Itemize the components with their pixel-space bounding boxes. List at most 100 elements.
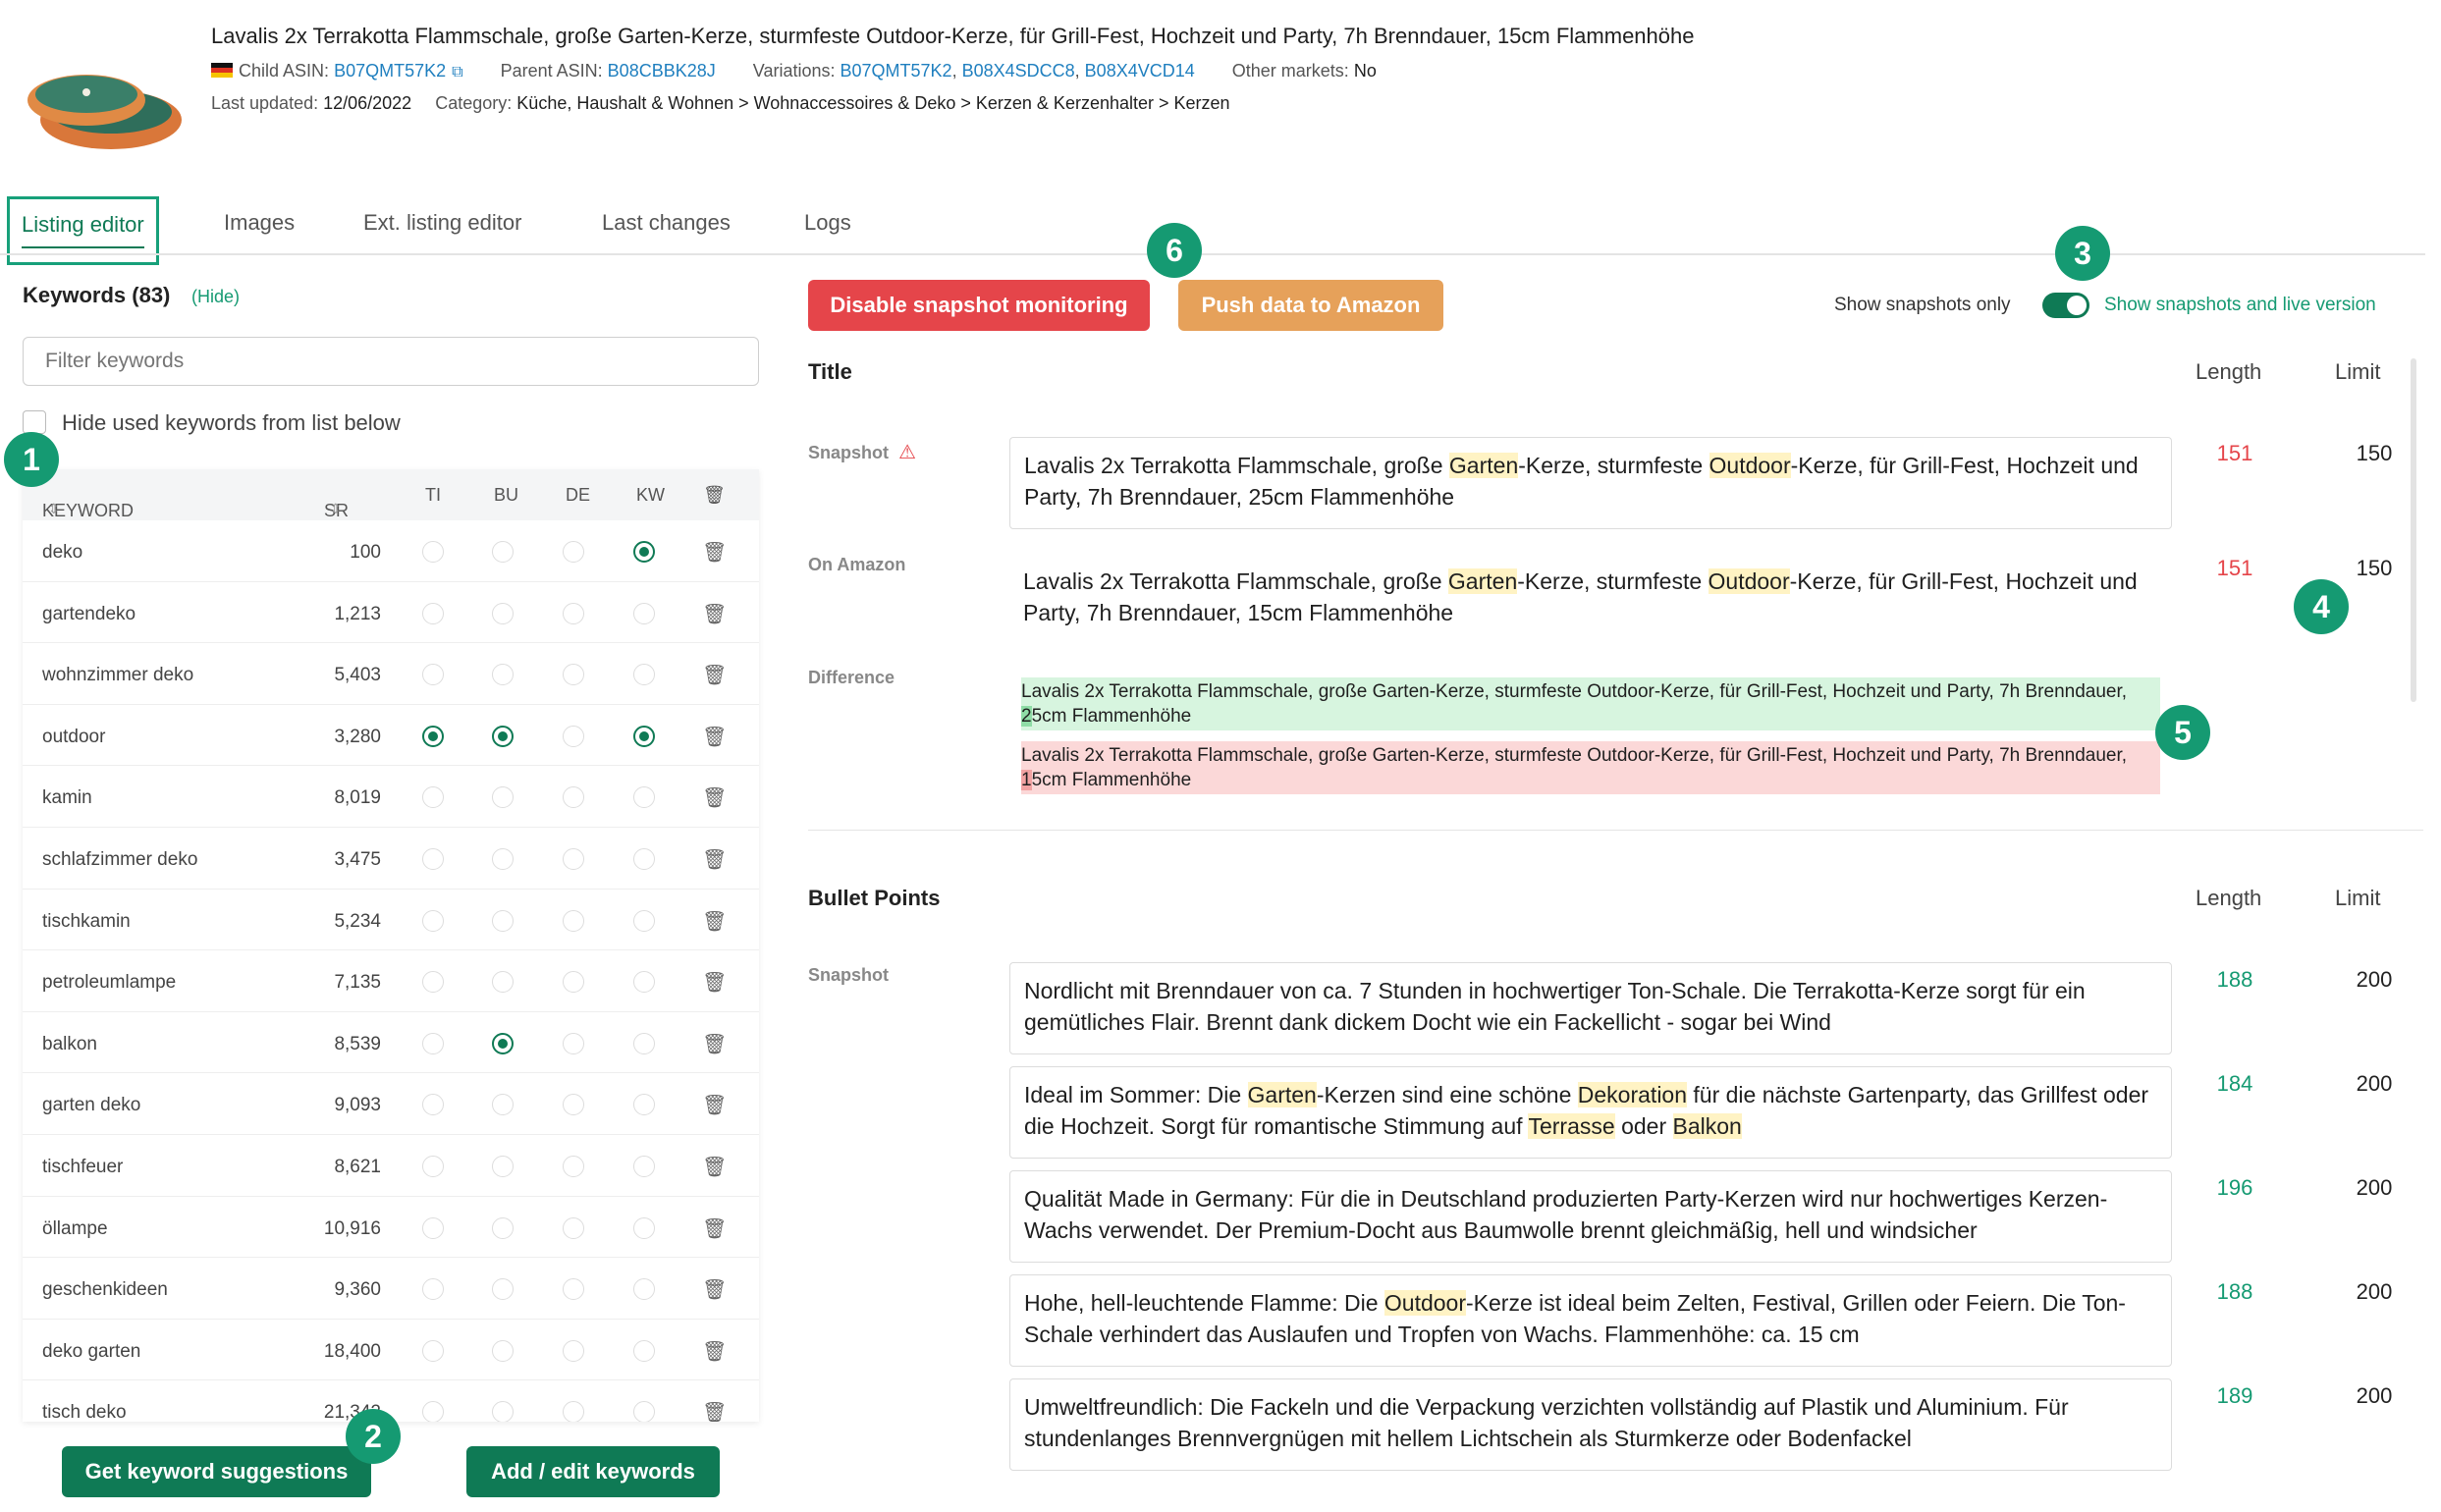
bullet-textbox[interactable]: Hohe, hell-leuchtende Flamme: Die Outdoo… — [1009, 1274, 2172, 1367]
keyword-de-radio[interactable] — [563, 1094, 584, 1116]
bullet-textbox[interactable]: Umweltfreundlich: Die Fackeln und die Ve… — [1009, 1378, 2172, 1471]
keyword-de-radio[interactable] — [563, 541, 584, 563]
keyword-de-radio[interactable] — [563, 1339, 584, 1362]
keyword-kwc-radio[interactable] — [633, 909, 655, 932]
bullet-textbox[interactable]: Qualität Made in Germany: Für die in Deu… — [1009, 1170, 2172, 1263]
bullet-textbox[interactable]: Ideal im Sommer: Die Garten-Kerzen sind … — [1009, 1066, 2172, 1159]
trash-icon[interactable]: 🗑 — [702, 725, 727, 749]
trash-icon[interactable]: 🗑 — [702, 847, 727, 872]
keyword-de-radio[interactable] — [563, 725, 584, 747]
variation-link[interactable]: B07QMT57K2 — [841, 61, 952, 81]
variation-link[interactable]: B08X4VCD14 — [1085, 61, 1195, 81]
trash-icon[interactable]: 🗑 — [702, 1155, 727, 1179]
keyword-kwc-radio[interactable] — [633, 847, 655, 870]
keyword-bu-radio[interactable] — [492, 909, 514, 932]
keyword-kwc-radio[interactable] — [633, 1401, 655, 1422]
keyword-ti-radio[interactable] — [422, 971, 444, 994]
keyword-de-radio[interactable] — [563, 602, 584, 624]
keyword-ti-radio[interactable] — [422, 1278, 444, 1301]
tab-last-changes[interactable]: Last changes — [602, 210, 731, 236]
keyword-ti-radio[interactable] — [422, 1339, 444, 1362]
keyword-bu-radio[interactable] — [492, 1401, 514, 1422]
keyword-ti-radio[interactable] — [422, 786, 444, 809]
keyword-bu-radio[interactable] — [492, 1216, 514, 1239]
keyword-de-radio[interactable] — [563, 1401, 584, 1422]
filter-keywords-input[interactable] — [23, 337, 759, 386]
trash-icon[interactable]: 🗑 — [702, 1032, 727, 1056]
keyword-ti-radio[interactable] — [422, 1032, 444, 1054]
disable-snapshot-monitoring-button[interactable]: Disable snapshot monitoring — [808, 280, 1150, 331]
add-edit-keywords-button[interactable]: Add / edit keywords — [466, 1446, 720, 1497]
keyword-ti-radio[interactable] — [422, 1216, 444, 1239]
keyword-kwc-radio[interactable] — [633, 971, 655, 994]
keyword-bu-radio[interactable] — [492, 725, 514, 747]
keyword-de-radio[interactable] — [563, 971, 584, 994]
keyword-de-radio[interactable] — [563, 847, 584, 870]
hide-used-checkbox[interactable] — [23, 410, 46, 434]
keyword-kwc-radio[interactable] — [633, 541, 655, 563]
keyword-bu-radio[interactable] — [492, 1155, 514, 1177]
keyword-ti-radio[interactable] — [422, 1401, 444, 1422]
keyword-kwc-radio[interactable] — [633, 664, 655, 686]
keyword-bu-radio[interactable] — [492, 541, 514, 563]
keyword-ti-radio[interactable] — [422, 847, 444, 870]
scrollbar[interactable] — [2411, 358, 2416, 702]
keyword-de-radio[interactable] — [563, 786, 584, 809]
keyword-bu-radio[interactable] — [492, 1339, 514, 1362]
trash-icon[interactable]: 🗑 — [702, 1216, 727, 1241]
trash-icon[interactable]: 🗑 — [702, 602, 727, 626]
keyword-ti-radio[interactable] — [422, 602, 444, 624]
external-link-icon[interactable]: ⧉ — [452, 64, 462, 81]
trash-icon[interactable]: 🗑 — [702, 1339, 727, 1364]
tab-images[interactable]: Images — [224, 210, 295, 236]
keyword-ti-radio[interactable] — [422, 909, 444, 932]
keyword-de-radio[interactable] — [563, 909, 584, 932]
variation-link[interactable]: B08X4SDCC8 — [962, 61, 1075, 81]
trash-icon[interactable]: 🗑 — [702, 540, 727, 565]
trash-all-icon[interactable]: 🗑 — [703, 485, 726, 506]
keyword-kwc-radio[interactable] — [633, 1278, 655, 1301]
keyword-kwc-radio[interactable] — [633, 1155, 655, 1177]
keyword-kwc-radio[interactable] — [633, 1032, 655, 1054]
parent-asin-link[interactable]: B08CBBK28J — [608, 61, 716, 81]
trash-icon[interactable]: 🗑 — [702, 663, 727, 687]
hide-keywords-link[interactable]: (Hide) — [191, 287, 240, 307]
trash-icon[interactable]: 🗑 — [702, 909, 727, 934]
trash-icon[interactable]: 🗑 — [702, 1093, 727, 1117]
keyword-kwc-radio[interactable] — [633, 725, 655, 747]
trash-icon[interactable]: 🗑 — [702, 1277, 727, 1302]
keyword-kwc-radio[interactable] — [633, 1094, 655, 1116]
keyword-bu-radio[interactable] — [492, 786, 514, 809]
trash-icon[interactable]: 🗑 — [702, 785, 727, 810]
trash-icon[interactable]: 🗑 — [702, 970, 727, 995]
keyword-de-radio[interactable] — [563, 1032, 584, 1054]
snapshot-toggle[interactable] — [2042, 293, 2089, 318]
keyword-kwc-radio[interactable] — [633, 1216, 655, 1239]
keyword-ti-radio[interactable] — [422, 1094, 444, 1116]
keyword-bu-radio[interactable] — [492, 664, 514, 686]
keyword-kwc-radio[interactable] — [633, 1339, 655, 1362]
keyword-kwc-radio[interactable] — [633, 786, 655, 809]
get-keyword-suggestions-button[interactable]: Get keyword suggestions — [62, 1446, 371, 1497]
hide-used-keywords-option[interactable]: Hide used keywords from list below — [23, 410, 401, 436]
child-asin-link[interactable]: B07QMT57K2 — [334, 61, 446, 81]
keyword-de-radio[interactable] — [563, 1216, 584, 1239]
keyword-bu-radio[interactable] — [492, 602, 514, 624]
title-snapshot-textbox[interactable]: Lavalis 2x Terrakotta Flammschale, große… — [1009, 437, 2172, 529]
keyword-ti-radio[interactable] — [422, 725, 444, 747]
keyword-bu-radio[interactable] — [492, 1032, 514, 1054]
keyword-bu-radio[interactable] — [492, 847, 514, 870]
push-data-to-amazon-button[interactable]: Push data to Amazon — [1178, 280, 1443, 331]
bullet-textbox[interactable]: Nordlicht mit Brenndauer von ca. 7 Stund… — [1009, 962, 2172, 1054]
keyword-ti-radio[interactable] — [422, 664, 444, 686]
keyword-bu-radio[interactable] — [492, 971, 514, 994]
tab-logs[interactable]: Logs — [804, 210, 851, 236]
keyword-de-radio[interactable] — [563, 1155, 584, 1177]
keyword-ti-radio[interactable] — [422, 541, 444, 563]
keyword-bu-radio[interactable] — [492, 1278, 514, 1301]
keyword-bu-radio[interactable] — [492, 1094, 514, 1116]
trash-icon[interactable]: 🗑 — [702, 1400, 727, 1422]
tab-ext-listing-editor[interactable]: Ext. listing editor — [363, 210, 521, 236]
keyword-de-radio[interactable] — [563, 1278, 584, 1301]
keyword-ti-radio[interactable] — [422, 1155, 444, 1177]
